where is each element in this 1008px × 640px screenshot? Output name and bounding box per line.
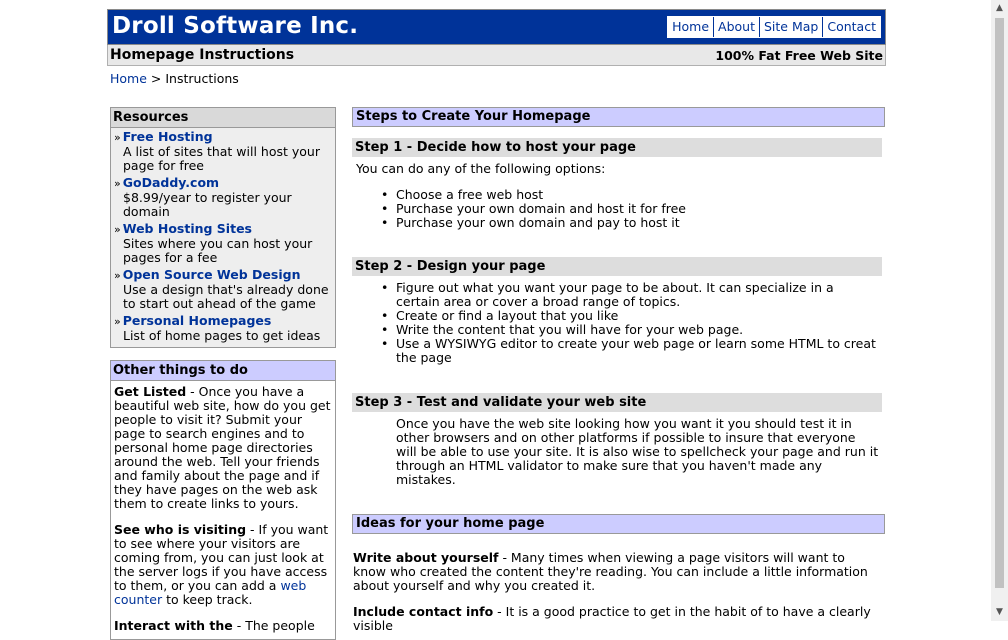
page-wrapper: Droll Software Inc. Home About Site Map … <box>107 9 886 86</box>
step3-title: Step 3 - Test and validate your web site <box>352 393 882 412</box>
idea-write-about-yourself: Write about yourself - Many times when v… <box>353 551 881 593</box>
resources-title: Resources <box>111 108 335 128</box>
resource-item: » GoDaddy.com $8.99/year to register your… <box>114 175 335 219</box>
scroll-down-arrow-icon[interactable]: ▼ <box>991 604 1008 621</box>
page-title: Homepage Instructions <box>110 47 295 63</box>
scroll-up-arrow-icon[interactable]: ▲ <box>991 0 1008 17</box>
other-things-body: Get Listed - Once you have a beautiful w… <box>111 381 335 633</box>
resource-item: » Open Source Web Design Use a design tha… <box>114 267 335 311</box>
resource-desc: Sites where you can host your pages for … <box>123 236 313 265</box>
other-things-box: Other things to do Get Listed - Once you… <box>110 360 336 640</box>
idea-contact-info: Include contact info - It is a good prac… <box>353 605 881 633</box>
resource-item: » Web Hosting Sites Sites where you can h… <box>114 221 335 265</box>
bullet-icon: » <box>114 131 121 144</box>
site-tagline: 100% Fat Free Web Site <box>715 48 883 63</box>
sub-header-bar: Homepage Instructions 100% Fat Free Web … <box>107 45 886 66</box>
resource-item: » Free Hosting A list of sites that will … <box>114 129 335 173</box>
get-listed-paragraph: Get Listed - Once you have a beautiful w… <box>114 385 332 511</box>
breadcrumb-separator: > <box>150 71 162 86</box>
site-header: Droll Software Inc. Home About Site Map … <box>107 9 886 45</box>
other-things-title: Other things to do <box>111 361 335 381</box>
step3-text: Once you have the web site looking how y… <box>396 416 879 487</box>
step1-title: Step 1 - Decide how to host your page <box>352 138 882 157</box>
nav-home-link[interactable]: Home <box>668 17 713 37</box>
visitors-heading: See who is visiting <box>114 522 247 537</box>
breadcrumb-current: Instructions <box>165 71 239 86</box>
get-listed-heading: Get Listed <box>114 384 187 399</box>
scrollbar-thumb[interactable] <box>995 18 1004 588</box>
resource-desc: Use a design that's already done to star… <box>123 282 329 311</box>
nav-about-link[interactable]: About <box>713 17 759 37</box>
idea-write-heading: Write about yourself <box>353 550 499 565</box>
nav-sitemap-link[interactable]: Site Map <box>759 17 822 37</box>
bullet-icon: » <box>114 315 121 328</box>
resource-open-source-design-link[interactable]: Open Source Web Design <box>123 267 301 282</box>
nav-contact-link[interactable]: Contact <box>822 17 880 37</box>
step1-list: Choose a free web host Purchase your own… <box>352 188 686 231</box>
get-listed-text: - Once you have a beautiful web site, ho… <box>114 384 331 511</box>
breadcrumb-home-link[interactable]: Home <box>110 71 147 86</box>
interact-heading: Interact with the <box>114 618 233 633</box>
resource-item: » Personal Homepages List of home pages t… <box>114 313 335 343</box>
breadcrumb: Home > Instructions <box>110 71 239 86</box>
resource-personal-homepages-link[interactable]: Personal Homepages <box>123 313 272 328</box>
list-item: Figure out what you want your page to be… <box>352 281 880 309</box>
resource-desc: List of home pages to get ideas <box>123 328 321 343</box>
idea-contact-heading: Include contact info <box>353 604 494 619</box>
interact-paragraph: Interact with the - The people <box>114 619 332 633</box>
visitors-text-end: to keep track. <box>162 592 253 607</box>
resource-desc: A list of sites that will host your page… <box>123 144 320 173</box>
resources-list: » Free Hosting A list of sites that will … <box>111 128 335 343</box>
resource-godaddy-link[interactable]: GoDaddy.com <box>123 175 219 190</box>
list-item: Create or find a layout that you like <box>352 309 880 324</box>
list-item: Purchase your own domain and pay to host… <box>352 216 686 231</box>
interact-text: - The people <box>232 618 315 633</box>
visitors-paragraph: See who is visiting - If you want to see… <box>114 523 332 607</box>
resources-box: Resources » Free Hosting A list of sites … <box>110 107 336 348</box>
bullet-icon: » <box>114 177 121 190</box>
step2-list: Figure out what you want your page to be… <box>352 281 880 365</box>
vertical-scrollbar[interactable]: ▲ ▼ <box>991 0 1008 621</box>
list-item: Write the content that you will have for… <box>352 323 880 338</box>
resource-free-hosting-link[interactable]: Free Hosting <box>123 129 213 144</box>
resource-web-hosting-link[interactable]: Web Hosting Sites <box>123 221 252 236</box>
resource-desc: $8.99/year to register your domain <box>123 190 292 219</box>
bullet-icon: » <box>114 269 121 282</box>
step2-title: Step 2 - Design your page <box>352 257 882 276</box>
top-nav: Home About Site Map Contact <box>667 16 881 38</box>
step1-intro: You can do any of the following options: <box>356 161 606 176</box>
site-logo: Droll Software Inc. <box>112 13 359 39</box>
list-item: Choose a free web host <box>352 188 686 203</box>
bullet-icon: » <box>114 223 121 236</box>
list-item: Purchase your own domain and host it for… <box>352 202 686 217</box>
list-item: Use a WYSIWYG editor to create your web … <box>352 337 880 365</box>
ideas-section-title: Ideas for your home page <box>352 514 885 534</box>
steps-section-title: Steps to Create Your Homepage <box>352 107 885 127</box>
